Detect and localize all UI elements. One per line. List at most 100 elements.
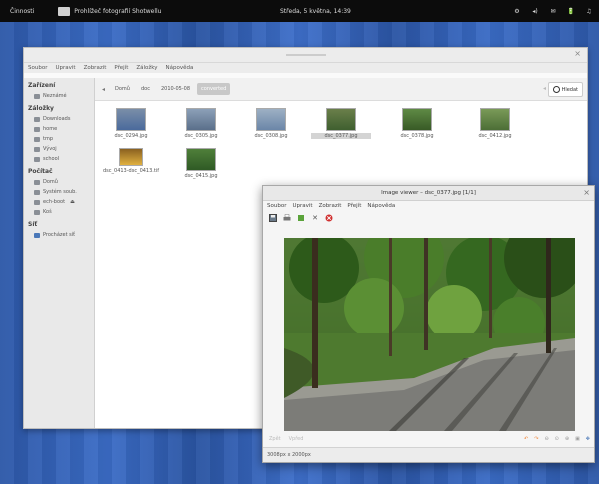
- app-menu[interactable]: Prohlížeč fotografií Shotwellu: [58, 6, 161, 16]
- eject-icon[interactable]: ⏏: [70, 199, 75, 205]
- network-icon: [34, 232, 40, 238]
- battery-icon[interactable]: 🔋: [567, 8, 575, 15]
- sidebar-item-trash[interactable]: Koš: [24, 207, 94, 217]
- file-name: dsc_0412.jpg: [478, 133, 512, 139]
- sidebar-item-label: Systém soub.: [43, 189, 77, 195]
- user-icon[interactable]: ♫: [585, 8, 593, 15]
- delete-icon[interactable]: [325, 214, 333, 222]
- mail-icon[interactable]: ✉: [549, 8, 557, 15]
- drive-icon: [34, 199, 40, 205]
- search-label: Hledat: [561, 86, 578, 93]
- sidebar-item-label: Vývoj: [43, 146, 57, 152]
- file-name: dsc_0308.jpg: [254, 133, 288, 139]
- menu-file[interactable]: Soubor: [28, 65, 47, 71]
- close-icon[interactable]: ×: [583, 186, 590, 200]
- title-grip: [286, 54, 326, 56]
- clock[interactable]: Středa, 5 května, 14:39: [280, 8, 351, 15]
- zoom-out-icon[interactable]: ⊖: [544, 436, 548, 442]
- sidebar-item-boot[interactable]: ech-boot ⏏: [24, 197, 94, 207]
- file-item[interactable]: dsc_0305.jpg: [171, 108, 231, 139]
- file-thumbnail: [186, 148, 216, 171]
- menu-go[interactable]: Přejít: [114, 65, 128, 71]
- file-item[interactable]: dsc_0378.jpg: [387, 108, 447, 139]
- sidebar-item-browse-network[interactable]: Procházet síť: [24, 230, 94, 240]
- file-item[interactable]: dsc_0412.jpg: [465, 108, 525, 139]
- breadcrumb-converted[interactable]: converted: [197, 83, 231, 95]
- folder-icon: [34, 126, 40, 132]
- sidebar-item-label: ech-boot: [43, 199, 66, 205]
- menu-bookmarks[interactable]: Záložky: [136, 65, 157, 71]
- file-item[interactable]: dsc_0413-dsc_0413.tif: [101, 148, 161, 174]
- breadcrumb-date[interactable]: 2010-05-08: [157, 83, 194, 95]
- sidebar-item-label: Domů: [43, 179, 58, 185]
- back-button[interactable]: Zpět: [269, 436, 281, 442]
- sidebar-item-downloads[interactable]: Downloads: [24, 114, 94, 124]
- file-item[interactable]: dsc_0308.jpg: [241, 108, 301, 139]
- back-icon[interactable]: ◂: [99, 86, 108, 93]
- rotate-left-icon[interactable]: ↶: [524, 436, 528, 442]
- file-name: dsc_0294.jpg: [114, 133, 148, 139]
- close-image-icon[interactable]: ✕: [311, 214, 319, 222]
- breadcrumb-doc[interactable]: doc: [137, 83, 154, 95]
- folder-icon: [34, 116, 40, 122]
- sidebar-item-home[interactable]: home: [24, 124, 94, 134]
- sidebar-item-filesystem[interactable]: Systém soub.: [24, 187, 94, 197]
- file-item[interactable]: dsc_0294.jpg: [101, 108, 161, 139]
- menu-go[interactable]: Přejít: [347, 203, 361, 209]
- app-icon: [58, 6, 71, 16]
- menu-help[interactable]: Nápověda: [166, 65, 194, 71]
- fit-icon[interactable]: ▣: [575, 436, 580, 442]
- fm-titlebar[interactable]: ×: [24, 48, 587, 63]
- file-thumbnail: [256, 108, 286, 131]
- sidebar-item-label: school: [43, 156, 60, 162]
- print-icon[interactable]: [283, 214, 291, 222]
- sidebar-group-bookmarks: Záložky: [28, 105, 54, 112]
- sidebar-group-computer: Počítač: [28, 168, 53, 175]
- search-icon: [552, 86, 560, 93]
- file-name: dsc_0305.jpg: [184, 133, 218, 139]
- breadcrumb-home[interactable]: Domů: [111, 83, 134, 95]
- settings-icon[interactable]: ⚙: [513, 8, 521, 15]
- rotate-right-icon[interactable]: ↷: [534, 436, 538, 442]
- viewer-bottom-bar: Zpět Vpřed ↶ ↷ ⊖ ⊙ ⊕ ▣ ✥: [263, 432, 594, 446]
- search-button[interactable]: Hledat: [547, 82, 583, 97]
- sidebar-item-vyvoj[interactable]: Vývoj: [24, 144, 94, 154]
- sidebar-item-label: home: [43, 126, 58, 132]
- fm-sidebar: Zařízení Neznámé Záložky Downloads home …: [24, 78, 95, 428]
- sidebar-item-label: tmp: [43, 136, 54, 142]
- viewer-titlebar[interactable]: Image viewer – dsc_0377.jpg [1/1] ×: [263, 186, 594, 201]
- close-icon[interactable]: ×: [574, 49, 581, 58]
- menu-edit[interactable]: Upravit: [292, 203, 312, 209]
- drive-icon: [34, 189, 40, 195]
- forward-button[interactable]: Vpřed: [289, 436, 304, 442]
- file-item-selected[interactable]: dsc_0377.jpg: [311, 108, 371, 139]
- viewer-toolbar: ✕: [263, 211, 594, 225]
- file-item[interactable]: dsc_0415.jpg: [171, 148, 231, 179]
- save-icon[interactable]: [269, 214, 277, 222]
- menu-help[interactable]: Nápověda: [367, 203, 395, 209]
- fullscreen-icon[interactable]: ✥: [586, 436, 590, 442]
- prev-icon[interactable]: ◂: [543, 85, 546, 92]
- sidebar-item-unknown[interactable]: Neznámé: [24, 91, 94, 101]
- volume-icon[interactable]: ◂): [531, 8, 539, 15]
- sidebar-item-tmp[interactable]: tmp: [24, 134, 94, 144]
- file-thumbnail: [186, 108, 216, 131]
- fm-toolbar: ◂ Domů doc 2010-05-08 converted ◂ ▸ Hled…: [95, 78, 587, 101]
- zoom-in-icon[interactable]: ⊕: [565, 436, 569, 442]
- sidebar-item-school[interactable]: school: [24, 154, 94, 164]
- zoom-normal-icon[interactable]: ⊙: [555, 436, 559, 442]
- sidebar-item-label: Neznámé: [43, 93, 67, 99]
- top-panel: Činnosti Prohlížeč fotografií Shotwellu …: [0, 0, 599, 22]
- viewer-statusbar: 3008px x 2000px: [263, 447, 594, 462]
- folder-icon: [34, 136, 40, 142]
- menu-view[interactable]: Zobrazit: [319, 203, 342, 209]
- viewer-controls: ↶ ↷ ⊖ ⊙ ⊕ ▣ ✥: [524, 436, 590, 442]
- photo-display[interactable]: [284, 238, 575, 431]
- edit-icon[interactable]: [297, 214, 305, 222]
- menu-edit[interactable]: Upravit: [55, 65, 75, 71]
- sidebar-item-domu[interactable]: Domů: [24, 177, 94, 187]
- menu-view[interactable]: Zobrazit: [84, 65, 107, 71]
- menu-file[interactable]: Soubor: [267, 203, 286, 209]
- file-thumbnail: [326, 108, 356, 131]
- activities-button[interactable]: Činnosti: [10, 8, 34, 15]
